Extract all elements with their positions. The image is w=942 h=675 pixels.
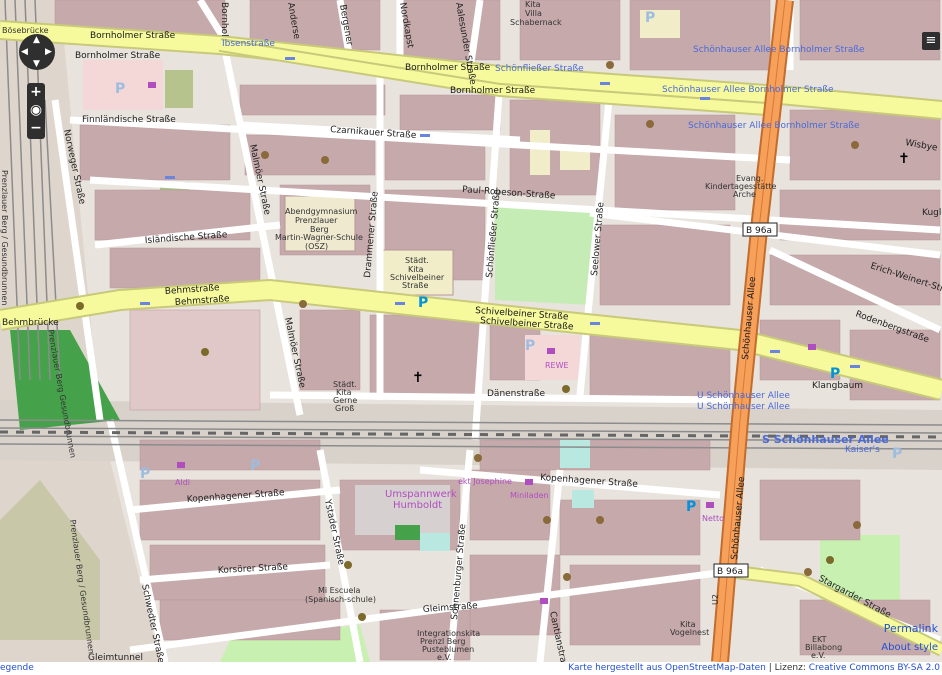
- svg-text:e.V.: e.V.: [811, 651, 825, 660]
- pan-right-icon[interactable]: ▶: [45, 48, 52, 57]
- pan-control[interactable]: ▲ ▼ ◀ ▶: [19, 34, 55, 70]
- layer-switcher-button[interactable]: ≡: [922, 32, 940, 50]
- legend-link[interactable]: egende: [0, 662, 34, 675]
- svg-text:REWE: REWE: [545, 361, 569, 370]
- park-schoenfliesser: [495, 205, 595, 305]
- svg-text:(OSZ): (OSZ): [305, 242, 328, 251]
- svg-text:Prenzlauer: Prenzlauer: [295, 216, 338, 225]
- svg-text:Miniladen: Miniladen: [510, 491, 549, 500]
- parking-icon: P: [830, 366, 840, 382]
- label-schoenfliesser-h: Schönfließer Straße: [495, 64, 584, 74]
- pan-left-icon[interactable]: ◀: [21, 48, 28, 57]
- zoom-control[interactable]: + ◉ −: [27, 83, 45, 139]
- parking-icon: P: [686, 499, 696, 515]
- svg-text:Vogelnest: Vogelnest: [670, 628, 709, 637]
- label-gleimtunnel: Gleimtunnel: [88, 653, 143, 662]
- label-bornholmer-1: Bornholmer Straße: [90, 31, 176, 41]
- svg-text:Klangbaum: Klangbaum: [812, 381, 863, 391]
- svg-text:Kita: Kita: [525, 0, 541, 9]
- label-s-schoenhauser-3: Schönhauser Allee Bornholmer Straße: [688, 121, 860, 131]
- license-separator: | Lizenz:: [765, 663, 809, 673]
- label-ibsen: Ibsenstraße: [222, 39, 275, 49]
- svg-text:e.V.: e.V.: [437, 653, 451, 662]
- about-style-link[interactable]: About style: [881, 642, 938, 653]
- label-kaisers: Kaiser's: [845, 445, 880, 455]
- attribution-link[interactable]: Karte hergestellt aus OpenStreetMap-Date…: [568, 663, 766, 673]
- svg-text:Umspannwerk: Umspannwerk: [385, 489, 457, 500]
- globe-icon[interactable]: ◉: [27, 101, 45, 119]
- parking-icon: P: [645, 10, 655, 26]
- svg-text:Groß: Groß: [335, 404, 354, 413]
- map-canvas[interactable]: Bornholmer Straße Bornholmer Straße Born…: [0, 0, 942, 662]
- svg-text:Martin-Wagner-Schule: Martin-Wagner-Schule: [275, 233, 363, 242]
- svg-text:Arche: Arche: [733, 190, 756, 199]
- parking-icon: P: [115, 81, 125, 97]
- label-finnlaendische: Finnländische Straße: [82, 115, 176, 125]
- label-u2: U2: [711, 594, 720, 605]
- church-icon: ✝: [898, 151, 910, 167]
- svg-text:ekt Josephine: ekt Josephine: [458, 477, 512, 486]
- label-ubahn-1: U Schönhauser Allee: [697, 391, 790, 401]
- svg-text:Villa: Villa: [525, 9, 542, 18]
- zoom-in-button[interactable]: +: [27, 83, 45, 101]
- svg-text:Abendgymnasium: Abendgymnasium: [285, 207, 358, 216]
- svg-text:Straße: Straße: [402, 281, 428, 290]
- parking-icon: P: [418, 295, 428, 311]
- map-svg[interactable]: Bornholmer Straße Bornholmer Straße Born…: [0, 0, 942, 662]
- label-kugler: Kugle: [922, 208, 942, 218]
- label-bornholmer-short: Bornhol: [219, 2, 229, 37]
- label-s-schoenhauser-2: Schönhauser Allee Bornholmer Straße: [662, 85, 834, 95]
- svg-text:Humboldt: Humboldt: [393, 500, 442, 511]
- pan-down-icon[interactable]: ▼: [33, 60, 40, 69]
- svg-text:Schabernack: Schabernack: [510, 18, 562, 27]
- svg-text:Netto: Netto: [702, 514, 724, 523]
- license-link[interactable]: Creative Commons BY-SA 2.0: [809, 663, 940, 673]
- label-bornholmer-4: Bornholmer Straße: [450, 86, 536, 96]
- church-icon: ✝: [412, 370, 424, 386]
- attribution-text: Karte hergestellt aus OpenStreetMap-Date…: [568, 662, 940, 675]
- label-daenen: Dänenstraße: [487, 389, 545, 399]
- parking-icon: P: [525, 338, 535, 354]
- shield-b96a-2: B 96a: [717, 567, 743, 577]
- label-behmbruecke: Behmbrücke: [2, 318, 59, 328]
- svg-text:Mi Escuela: Mi Escuela: [318, 586, 361, 595]
- pan-up-icon[interactable]: ▲: [33, 36, 40, 45]
- parking-icon: P: [140, 466, 150, 482]
- label-ubahn-2: U Schönhauser Allee: [697, 402, 790, 412]
- label-s-schoenhauser-1: Schönhauser Allee Bornholmer Straße: [693, 45, 865, 55]
- svg-text:Aldi: Aldi: [175, 478, 190, 487]
- zoom-out-button[interactable]: −: [27, 119, 45, 137]
- svg-text:Städt.: Städt.: [405, 256, 429, 265]
- label-bornholmer-2: Bornholmer Straße: [75, 51, 161, 61]
- permalink-link[interactable]: Permalink: [884, 622, 938, 635]
- parking-icon: P: [250, 458, 260, 474]
- label-bornholmer-3: Bornholmer Straße: [405, 63, 491, 73]
- label-gesundbrunnen-1: Prenzlauer Berg / Gesundbrunnen: [0, 170, 9, 305]
- svg-text:(Spanisch-schule): (Spanisch-schule): [305, 595, 376, 604]
- shield-b96a-1: B 96a: [746, 226, 772, 236]
- parking-icon: P: [892, 446, 902, 462]
- attribution-footer: egende Karte hergestellt aus OpenStreetM…: [0, 662, 942, 675]
- layers-icon[interactable]: ≡: [922, 32, 940, 50]
